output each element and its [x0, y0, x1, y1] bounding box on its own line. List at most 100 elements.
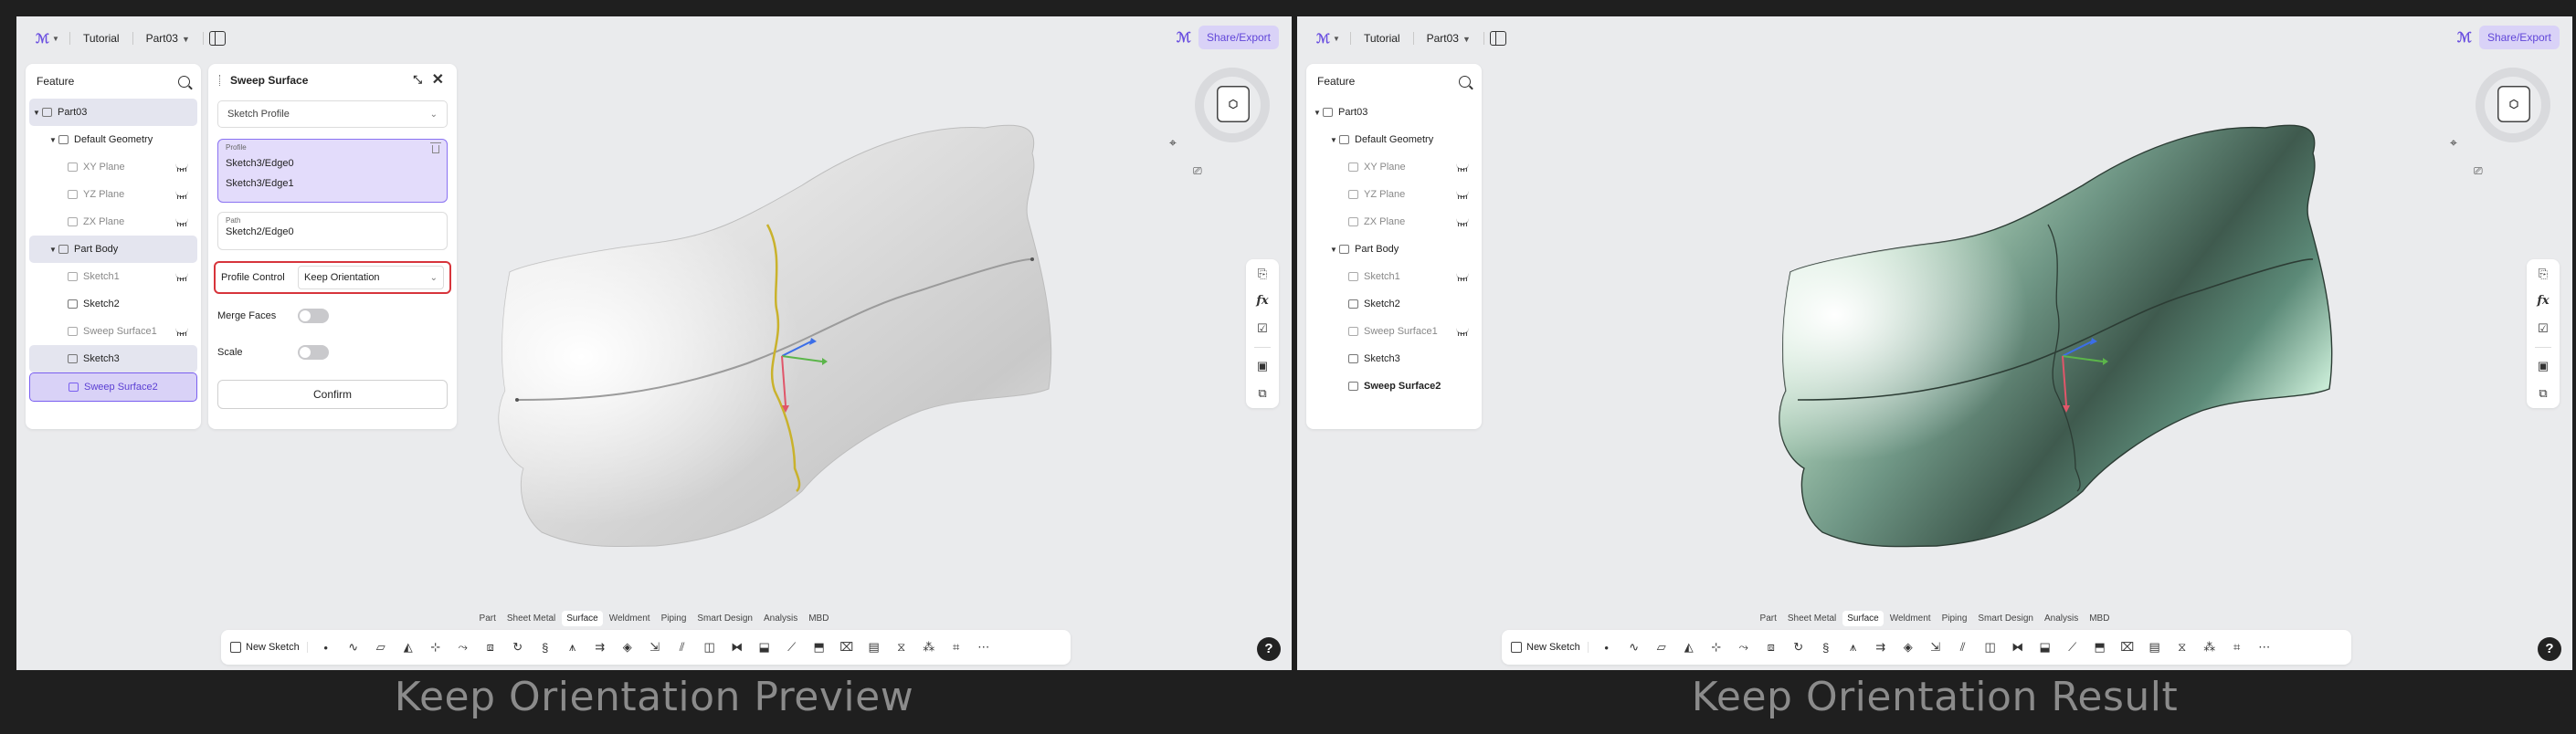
app-logo-icon[interactable]: ℳ ▼ [1312, 27, 1345, 49]
delete-icon[interactable] [430, 142, 441, 153]
app-logo-icon[interactable]: ℳ ▼ [31, 27, 64, 49]
tree-item-zx-plane[interactable]: ZX Plane [29, 208, 197, 236]
fit-view-icon[interactable]: ⌖ [1169, 135, 1177, 151]
profile-item[interactable]: Sketch3/Edge1 [226, 173, 439, 194]
curve-icon[interactable]: ∿ [344, 640, 363, 655]
measure-icon[interactable]: ⌗ [2228, 640, 2246, 655]
untrim-surface-icon[interactable]: ◫ [701, 640, 719, 655]
curve-icon[interactable]: ∿ [1625, 640, 1643, 655]
sweep-surface-icon[interactable]: § [1817, 641, 1835, 655]
close-icon[interactable]: ✕ [432, 70, 444, 89]
tree-item-sketch2[interactable]: Sketch2 [29, 290, 197, 318]
pattern-icon[interactable]: ⁂ [920, 640, 938, 655]
tab-piping[interactable]: Piping [657, 611, 692, 626]
spline-icon[interactable]: ⤳ [454, 640, 472, 655]
delete-face-icon[interactable]: ⌧ [838, 640, 856, 655]
breadcrumb-part[interactable]: Part03 ▼ [1420, 28, 1478, 48]
hidden-eye-icon[interactable] [175, 328, 188, 336]
tree-item-part03[interactable]: ▼ Part03 [1310, 99, 1478, 126]
plane-tool-icon[interactable]: ▱ [1652, 640, 1671, 655]
revolve-surface-icon[interactable]: ↻ [1789, 640, 1808, 655]
layout-icon[interactable]: ▣ [2534, 357, 2552, 375]
thicken-icon[interactable]: ⬓ [2036, 640, 2054, 655]
tree-item-part-body[interactable]: ▼ Part Body [1310, 236, 1478, 263]
tree-item-sketch2[interactable]: Sketch2 [1310, 290, 1478, 318]
tab-sheet-metal[interactable]: Sheet Metal [502, 611, 560, 626]
confirm-button[interactable]: Confirm [217, 380, 448, 409]
tab-weldment[interactable]: Weldment [605, 611, 655, 626]
replace-face-icon[interactable]: ⬒ [810, 640, 829, 655]
surface-tool-icon[interactable]: ◭ [399, 640, 417, 655]
breadcrumb-tutorial[interactable]: Tutorial [1357, 28, 1408, 48]
ruled-surface-icon[interactable]: ▤ [865, 640, 883, 655]
tree-item-yz-plane[interactable]: YZ Plane [1310, 181, 1478, 208]
tree-item-sweep-surface1[interactable]: Sweep Surface1 [29, 318, 197, 345]
profile-selection-box[interactable]: Profile Sketch3/Edge0 Sketch3/Edge1 [217, 139, 448, 203]
surface-tool-icon[interactable]: ◭ [1680, 640, 1698, 655]
result-viewport[interactable] [1297, 16, 2572, 670]
mirror-icon[interactable]: ⧖ [892, 640, 911, 655]
tree-item-part-body[interactable]: ▼ Part Body [29, 236, 197, 263]
tab-analysis[interactable]: Analysis [2040, 611, 2083, 626]
search-icon[interactable] [1459, 75, 1471, 88]
hidden-eye-icon[interactable] [1456, 163, 1469, 172]
view-cube[interactable]: ⬡ ⌖ ⎚ [1169, 64, 1279, 177]
extend-surface-icon[interactable]: ⇲ [646, 640, 664, 655]
breadcrumb-part[interactable]: Part03 ▼ [139, 28, 197, 48]
view-mode-icon[interactable]: ⎚ [2474, 164, 2483, 178]
point-icon[interactable]: • [1598, 641, 1616, 655]
tree-item-default-geometry[interactable]: ▼ Default Geometry [1310, 126, 1478, 153]
hidden-eye-icon[interactable] [175, 191, 188, 199]
hidden-eye-icon[interactable] [175, 163, 188, 172]
merge-faces-toggle[interactable] [298, 309, 329, 323]
knit-surface-icon[interactable]: ⧓ [2009, 640, 2027, 655]
tab-weldment[interactable]: Weldment [1885, 611, 1936, 626]
ruled-surface-icon[interactable]: ▤ [2146, 640, 2164, 655]
view-cube[interactable]: ⬡ ⌖ ⎚ [2450, 64, 2560, 177]
tab-smart-design[interactable]: Smart Design [692, 611, 757, 626]
fill-surface-icon[interactable]: ◈ [618, 640, 637, 655]
sidebar-toggle-icon[interactable] [1489, 31, 1506, 46]
view-mode-icon[interactable]: ⎚ [1193, 164, 1202, 178]
brand-icon[interactable]: ℳ [1177, 29, 1191, 46]
hidden-eye-icon[interactable] [1456, 328, 1469, 336]
tree-item-part03[interactable]: ▼ Part03 [29, 99, 197, 126]
formula-icon[interactable]: fx [2534, 292, 2552, 310]
tree-item-xy-plane[interactable]: XY Plane [29, 153, 197, 181]
share-export-button[interactable]: Share/Export [2478, 26, 2560, 49]
path-selection-box[interactable]: Path Sketch2/Edge0 [217, 212, 448, 250]
tree-item-sketch1[interactable]: Sketch1 [29, 263, 197, 290]
extrude-surface-icon[interactable]: ⧈ [481, 640, 500, 655]
view-cube-face[interactable]: ⬡ [1217, 86, 1250, 122]
trim-surface-icon[interactable]: ⫽ [673, 640, 692, 655]
more-tools-icon[interactable]: ⋯ [2255, 640, 2274, 655]
hidden-eye-icon[interactable] [1456, 218, 1469, 226]
extrude-surface-icon[interactable]: ⧈ [1762, 640, 1780, 655]
tree-item-sketch3[interactable]: Sketch3 [29, 345, 197, 372]
tree-item-xy-plane[interactable]: XY Plane [1310, 153, 1478, 181]
tab-sheet-metal[interactable]: Sheet Metal [1783, 611, 1841, 626]
tree-item-sketch1[interactable]: Sketch1 [1310, 263, 1478, 290]
tab-piping[interactable]: Piping [1937, 611, 1972, 626]
pin-icon[interactable]: ⤡ [413, 73, 422, 87]
help-button[interactable]: ? [1257, 637, 1281, 661]
tree-item-sweep-surface1[interactable]: Sweep Surface1 [1310, 318, 1478, 345]
trim-surface-icon[interactable]: ⫽ [1954, 640, 1972, 655]
offset-surface-icon[interactable]: ⇉ [591, 640, 609, 655]
search-icon[interactable] [178, 75, 190, 88]
layout-icon[interactable]: ▣ [1253, 357, 1272, 375]
profile-type-select[interactable]: Sketch Profile ⌄ [217, 100, 448, 128]
sweep-surface-preview[interactable] [498, 124, 1052, 548]
formula-icon[interactable]: fx [1253, 292, 1272, 310]
properties-icon[interactable]: ⎘ [1253, 265, 1272, 283]
fill-surface-icon[interactable]: ◈ [1899, 640, 1917, 655]
profile-item[interactable]: Sketch3/Edge0 [226, 153, 439, 173]
tree-item-yz-plane[interactable]: YZ Plane [29, 181, 197, 208]
sweep-surface-result[interactable] [1779, 124, 2333, 548]
hidden-eye-icon[interactable] [1456, 273, 1469, 281]
layers-icon[interactable]: ⧉ [1253, 384, 1272, 403]
fit-view-icon[interactable]: ⌖ [2450, 135, 2457, 151]
axis-tool-icon[interactable]: ⊹ [427, 640, 445, 655]
help-button[interactable]: ? [2538, 637, 2561, 661]
tree-item-default-geometry[interactable]: ▼ Default Geometry [29, 126, 197, 153]
